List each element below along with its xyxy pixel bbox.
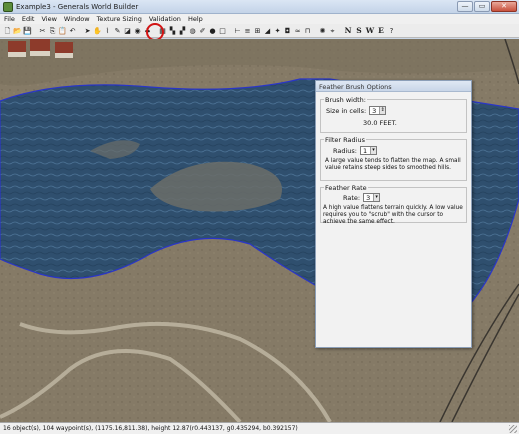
help-icon[interactable]: ? bbox=[387, 26, 396, 36]
scorch-icon[interactable]: ✺ bbox=[318, 26, 327, 36]
cut-icon[interactable]: ✂ bbox=[38, 26, 47, 36]
copy-icon[interactable]: ⎘ bbox=[48, 26, 57, 36]
water-icon[interactable]: ≈ bbox=[293, 26, 302, 36]
brush-width-group: Brush width: Size in cells: 3 ⇕ 30.0 FEE… bbox=[320, 96, 467, 133]
toolbar-separator bbox=[338, 26, 342, 36]
checker-icon[interactable]: ▚ bbox=[168, 26, 177, 36]
light-icon[interactable]: ✦ bbox=[273, 26, 282, 36]
dropdown-arrow-icon[interactable]: ▾ bbox=[373, 194, 380, 201]
rate-label: Rate: bbox=[343, 193, 361, 202]
menu-file[interactable]: File bbox=[4, 15, 15, 23]
spin-arrows-icon[interactable]: ⇕ bbox=[379, 107, 386, 114]
grid-icon[interactable]: ⊞ bbox=[253, 26, 262, 36]
paint-brush-icon[interactable]: ✎ bbox=[113, 26, 122, 36]
compass-e-button[interactable]: E bbox=[376, 26, 386, 36]
menu-validation[interactable]: Validation bbox=[149, 15, 181, 23]
feather-brush-icon[interactable]: ◉ bbox=[133, 26, 142, 36]
brush-width-label: Brush width: bbox=[324, 96, 367, 104]
panel-title: Feather Brush Options bbox=[316, 81, 471, 92]
radius-select[interactable]: 1 ▾ bbox=[360, 146, 377, 155]
window-title: Example3 - Generals World Builder bbox=[16, 3, 139, 11]
dot-icon[interactable]: ● bbox=[208, 26, 217, 36]
feather-brush-options-panel: Feather Brush Options Brush width: Size … bbox=[315, 80, 472, 348]
fill-icon[interactable]: ◪ bbox=[123, 26, 132, 36]
size-value: 3 bbox=[372, 106, 377, 115]
status-bar: 16 object(s), 104 waypoint(s), (1175.16,… bbox=[0, 422, 519, 434]
status-text: 16 object(s), 104 waypoint(s), (1175.16,… bbox=[3, 425, 298, 432]
radius-row: Radius: 1 ▾ bbox=[333, 146, 377, 155]
feather-rate-label: Feather Rate bbox=[324, 184, 368, 192]
toolbar-separator bbox=[78, 26, 82, 36]
app-icon bbox=[3, 2, 13, 12]
waypoint-icon[interactable]: ⊢ bbox=[233, 26, 242, 36]
ramp-icon[interactable]: ◢ bbox=[263, 26, 272, 36]
filter-radius-group: Filter Radius Radius: 1 ▾ A large value … bbox=[320, 136, 467, 181]
checker-alt-icon[interactable]: ▞ bbox=[178, 26, 187, 36]
rate-note: A high value flattens terrain quickly. A… bbox=[323, 205, 463, 225]
open-icon[interactable]: 📂 bbox=[13, 26, 22, 36]
compass-w-button[interactable]: W bbox=[365, 26, 375, 36]
menu-help[interactable]: Help bbox=[188, 15, 203, 23]
pen-icon[interactable]: ✐ bbox=[198, 26, 207, 36]
rate-value: 3 bbox=[366, 193, 371, 202]
radius-note: A large value tends to flatten the map. … bbox=[325, 158, 461, 171]
size-label: Size in cells: bbox=[326, 106, 367, 115]
rate-select[interactable]: 3 ▾ bbox=[363, 193, 381, 202]
save-icon[interactable]: 💾 bbox=[23, 26, 32, 36]
resize-grip-icon[interactable] bbox=[509, 425, 517, 433]
menu-bar: File Edit View Window Texture Sizing Val… bbox=[0, 14, 519, 24]
menu-edit[interactable]: Edit bbox=[22, 15, 35, 23]
radius-value: 1 bbox=[363, 146, 368, 155]
blend-icon[interactable]: ◘ bbox=[283, 26, 292, 36]
dropdown-arrow-icon[interactable]: ▾ bbox=[370, 147, 376, 154]
radius-label: Radius: bbox=[333, 146, 357, 155]
road-icon[interactable]: ≡ bbox=[243, 26, 252, 36]
compass-n-button[interactable]: N bbox=[343, 26, 353, 36]
new-icon[interactable]: 🗋 bbox=[3, 26, 12, 36]
size-feet: 30.0 FEET. bbox=[363, 119, 397, 127]
square-icon[interactable]: □ bbox=[218, 26, 227, 36]
size-stepper[interactable]: 3 ⇕ bbox=[369, 106, 387, 115]
rate-row: Rate: 3 ▾ bbox=[343, 193, 381, 202]
camera-icon[interactable]: ⌖ bbox=[328, 26, 337, 36]
compass-s-button[interactable]: S bbox=[354, 26, 364, 36]
hand-icon[interactable]: ✋ bbox=[93, 26, 102, 36]
undo-icon[interactable]: ↶ bbox=[68, 26, 77, 36]
close-button[interactable]: ✕ bbox=[491, 1, 517, 12]
eyedropper-icon[interactable]: ⌇ bbox=[103, 26, 112, 36]
menu-view[interactable]: View bbox=[41, 15, 56, 23]
toolbar-separator bbox=[33, 26, 37, 36]
filter-radius-label: Filter Radius bbox=[324, 136, 366, 144]
title-bar: Example3 - Generals World Builder — ▭ ✕ bbox=[0, 0, 519, 14]
bridge-icon[interactable]: ⊓ bbox=[303, 26, 312, 36]
window-controls: — ▭ ✕ bbox=[457, 1, 517, 13]
menu-window[interactable]: Window bbox=[64, 15, 90, 23]
toolbar-separator bbox=[228, 26, 232, 36]
paste-icon[interactable]: 📋 bbox=[58, 26, 67, 36]
menu-texture-sizing[interactable]: Texture Sizing bbox=[97, 15, 142, 23]
toolbar-separator bbox=[313, 26, 317, 36]
minimize-button[interactable]: — bbox=[457, 1, 473, 12]
bucket-icon[interactable]: ◍ bbox=[188, 26, 197, 36]
pointer-icon[interactable]: ➤ bbox=[83, 26, 92, 36]
maximize-button[interactable]: ▭ bbox=[474, 1, 490, 12]
toolbar: 🗋 📂 💾 ✂ ⎘ 📋 ↶ ➤ ✋ ⌇ ✎ ◪ ◉ ♣ ▦ ▚ ▞ ◍ ✐ ● □ ⊢ ≡ ⊞ ◢ ✦ ◘ ≈ ⊓ ✺ ⌖ N S W E? bbox=[0, 24, 519, 38]
size-row: Size in cells: 3 ⇕ bbox=[326, 106, 387, 115]
